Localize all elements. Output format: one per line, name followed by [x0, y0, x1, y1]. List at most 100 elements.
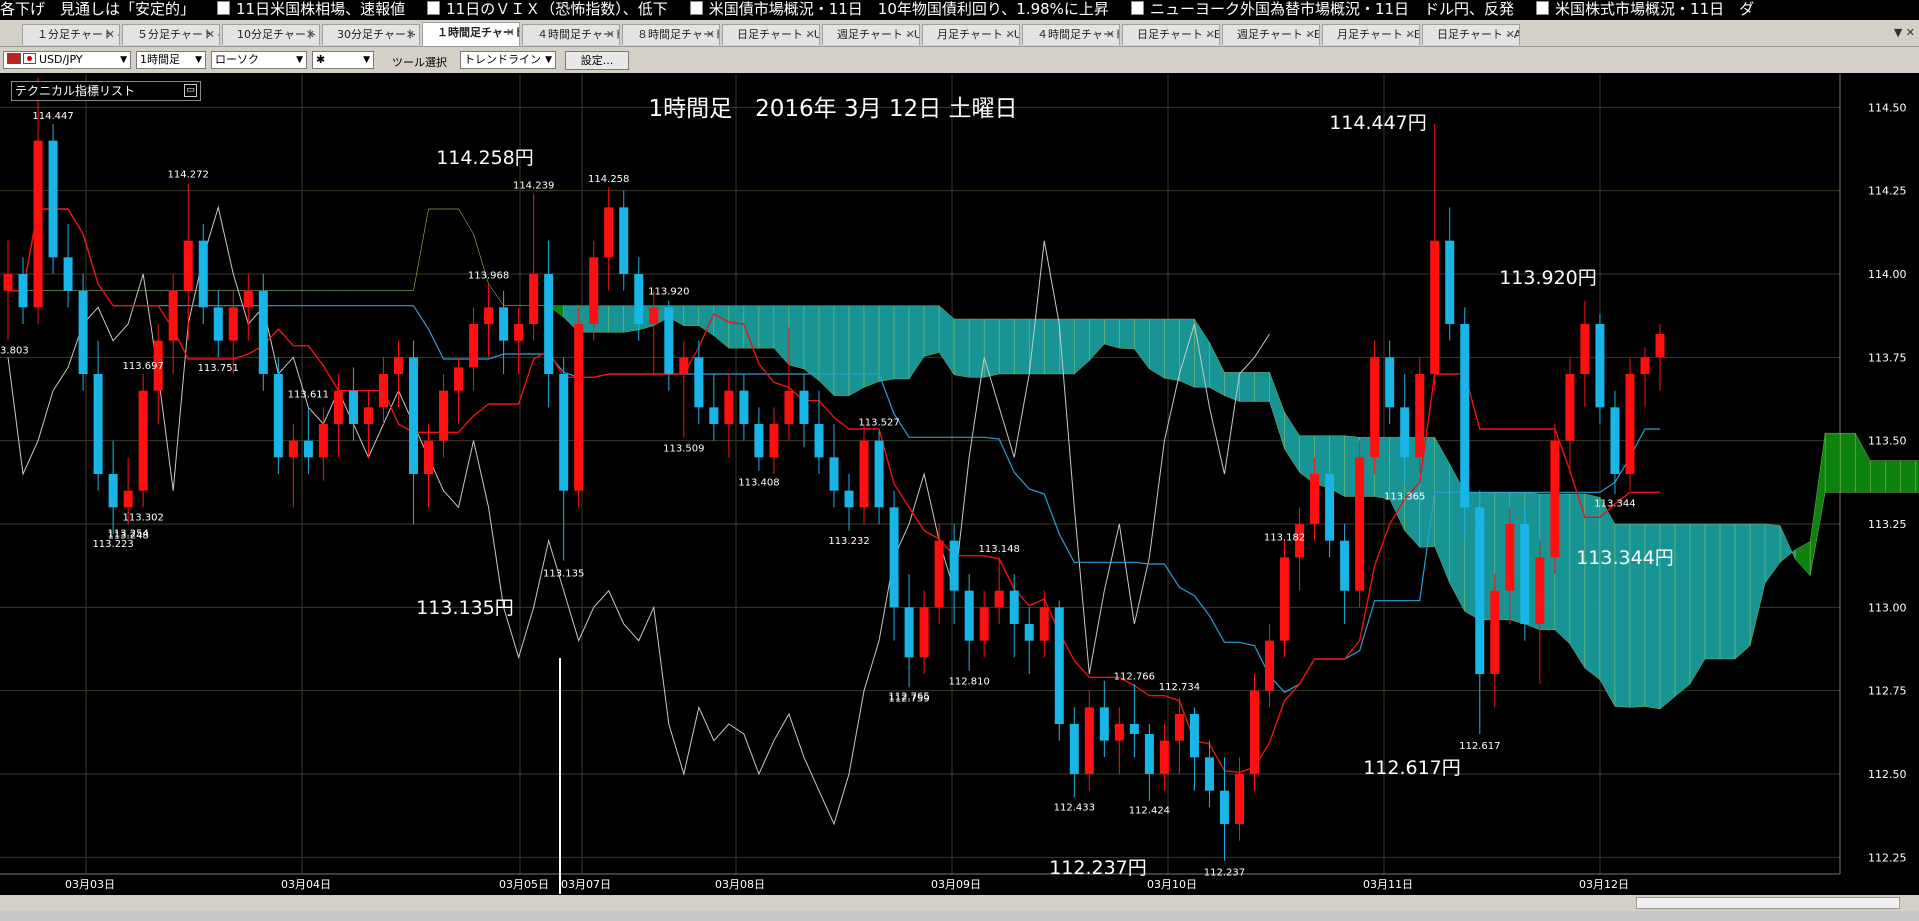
candle-body [333, 390, 343, 424]
marker-select[interactable]: ✱ ▼ [312, 51, 374, 69]
candle [664, 300, 674, 391]
timeframe-select[interactable]: 1時間足 ▼ [136, 51, 206, 69]
close-icon[interactable]: ✕ [1406, 25, 1415, 45]
candle-body [1084, 707, 1094, 774]
scrollbar-thumb[interactable] [1636, 897, 1900, 909]
close-icon[interactable]: ✕ [306, 25, 315, 45]
candle-body [859, 440, 869, 508]
close-icon[interactable]: ✕ [806, 25, 815, 45]
cloud-segment [1900, 460, 1916, 493]
cloud-segment [1119, 318, 1135, 350]
price-extreme-label: 112.433 [1054, 802, 1095, 813]
ticker-item[interactable]: 米国株式市場概況・11日 ダ [1536, 0, 1754, 18]
price-extreme-label: 114.239 [513, 180, 554, 191]
tab-list-menu-icon[interactable]: ▼ ✕ [1894, 26, 1915, 39]
candle [889, 490, 899, 641]
close-icon[interactable]: ✕ [106, 25, 115, 45]
x-tick-label: 03月04日 [281, 878, 331, 891]
close-icon[interactable]: ✕ [706, 25, 715, 45]
candle-body [1400, 407, 1410, 458]
cloud-segment [413, 208, 429, 291]
x-tick-label: 03月08日 [715, 878, 765, 891]
candle [769, 407, 779, 474]
chevron-down-icon: ▼ [296, 55, 303, 65]
tab-chart[interactable]: 日足チャート - EU ✕ [1122, 24, 1220, 45]
close-icon[interactable]: ✕ [606, 25, 615, 45]
candle [108, 440, 118, 534]
candle [1054, 600, 1064, 741]
cloud-segment [488, 283, 504, 306]
tab-chart[interactable]: 月足チャート - EU ✕ [1322, 24, 1420, 45]
technical-indicator-list[interactable]: テクニカル指標リスト ▭ [11, 81, 201, 101]
candle-body [273, 374, 283, 458]
close-icon[interactable]: ✕ [1306, 25, 1315, 45]
ticker-item[interactable]: 11日のＶＩＸ（恐怖指数）、低下 [427, 0, 668, 18]
close-icon[interactable]: ✕ [206, 25, 215, 45]
settings-button[interactable]: 設定... [565, 51, 629, 70]
candle [1144, 724, 1154, 801]
ticker-item[interactable]: ニューヨーク外国為替市場概況・11日 ドル円、反発 [1130, 0, 1514, 18]
chart-style-select[interactable]: ローソク ▼ [211, 51, 307, 69]
candle-body [1174, 714, 1184, 741]
tab-chart[interactable]: 月足チャート - U: ✕ [922, 24, 1020, 45]
x-tick-label: 03月03日 [65, 878, 115, 891]
currency-pair-select[interactable]: USD/JPY ▼ [3, 51, 131, 69]
price-extreme-label: 113.254 [107, 529, 148, 540]
close-icon[interactable]: ✕ [1106, 25, 1115, 45]
price-annotation: 113.135円 [416, 597, 514, 619]
candle-body [1655, 334, 1665, 358]
candle [679, 340, 689, 438]
tab-chart[interactable]: ８時間足チャート ✕ [622, 24, 720, 45]
candle-body [709, 407, 719, 424]
cloud-segment [1134, 318, 1150, 370]
tab-chart[interactable]: ４時間足チャート ✕ [522, 24, 620, 45]
close-icon[interactable]: ✕ [506, 23, 515, 43]
close-icon[interactable]: ✕ [1206, 25, 1215, 45]
drawing-tool-value: トレンドライン [464, 53, 541, 66]
candle-body [1234, 774, 1244, 824]
tab-chart[interactable]: 日足チャート - AU✕ [1422, 24, 1520, 45]
tab-chart[interactable]: １時間足チャート ✕ [422, 22, 520, 46]
candle [1280, 540, 1290, 658]
close-icon[interactable]: ✕ [1506, 25, 1515, 45]
tab-chart[interactable]: 10分足チャート - ✕ [222, 24, 320, 45]
tab-chart[interactable]: ５分足チャート - ✕ [122, 24, 220, 45]
ticker-item[interactable]: 米国債市場概況・11日 10年物国債利回り、1.98%に上昇 [689, 0, 1109, 18]
cloud-segment [1749, 523, 1766, 646]
candle-body [889, 507, 899, 608]
price-extreme-label: 113.968 [468, 271, 509, 282]
candle-body [123, 490, 133, 508]
ticker-item[interactable]: 11日米国株相場、速報値 [217, 0, 405, 18]
price-extreme-label: 113.920 [648, 287, 689, 298]
tab-chart[interactable]: ４時間足チャート ✕ [1022, 24, 1120, 45]
candle [1595, 314, 1605, 424]
candle-body [934, 540, 944, 608]
cloud-segment [953, 318, 970, 378]
price-extreme-label: 112.810 [948, 677, 989, 688]
close-icon[interactable]: ✕ [406, 25, 415, 45]
cloud-segment [983, 318, 1000, 378]
ticker-item[interactable]: 各下げ 見通しは「安定的」 [0, 0, 195, 18]
price-extreme-label: 113.344 [1594, 499, 1635, 510]
drawing-tool-select[interactable]: トレンドライン ▼ [460, 51, 556, 69]
candle [1295, 507, 1305, 591]
collapse-icon[interactable]: ▭ [184, 84, 197, 97]
price-chart-area[interactable]: 114.50 114.25 114.00 113.75 113.50 113.25 113.… [0, 74, 1919, 894]
candle [904, 574, 914, 688]
horizontal-scrollbar[interactable] [0, 895, 1919, 911]
candle-body [439, 390, 449, 441]
document-icon [689, 1, 703, 15]
candle-body [634, 274, 644, 324]
cloud-segment [1179, 318, 1195, 388]
cloud-segment [1704, 523, 1721, 660]
close-icon[interactable]: ✕ [1006, 25, 1015, 45]
tab-chart[interactable]: 日足チャート - U: ✕ [722, 24, 820, 45]
document-icon [1536, 1, 1550, 15]
close-icon[interactable]: ✕ [906, 25, 915, 45]
tab-chart[interactable]: 30分足チャート - ✕ [322, 24, 420, 45]
candlestick-chart[interactable]: 114.50 114.25 114.00 113.75 113.50 113.25 113.… [0, 74, 1919, 894]
tab-chart[interactable]: 週足チャート - EU ✕ [1222, 24, 1320, 45]
candle-body [1250, 690, 1260, 774]
tab-chart[interactable]: １分足チャート - ✕ [22, 24, 120, 45]
tab-chart[interactable]: 週足チャート - U: ✕ [822, 24, 920, 45]
